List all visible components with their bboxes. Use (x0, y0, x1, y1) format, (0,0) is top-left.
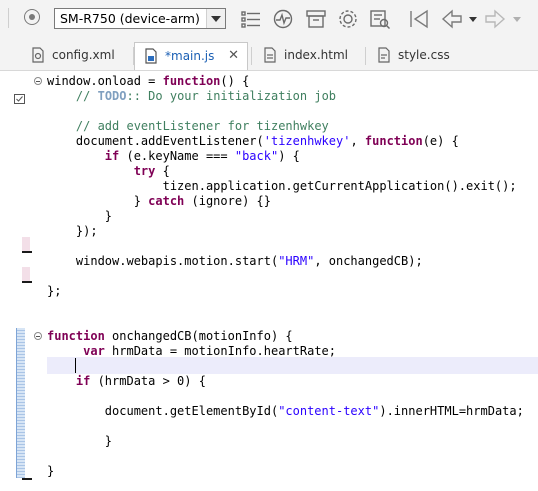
change-marker-line (22, 478, 32, 480)
back-icon[interactable] (408, 8, 430, 30)
code-line: var hrmData = motionInfo.heartRate; (83, 344, 336, 358)
code-line: document.addEventListener('tizenhwkey', … (47, 134, 459, 148)
tab-config-xml[interactable]: config.xml (22, 42, 132, 69)
task-icon[interactable] (14, 90, 26, 104)
tab-label: index.html (284, 48, 348, 62)
code-line: document.getElementById("content-text").… (47, 404, 524, 418)
toolbar-separator (8, 8, 9, 28)
tab-label: *main.js (165, 49, 215, 63)
tab-divider (365, 47, 366, 65)
js-file-icon (143, 48, 159, 64)
tab-label: style.css (398, 48, 450, 62)
code-line: if (hrmData > 0) { (75, 374, 206, 388)
change-marker (22, 237, 30, 251)
code-line: // TODO:: Do your initialization job (75, 89, 337, 103)
code-line: }; (47, 284, 62, 298)
code-line: function onchangedCB(motionInfo) { (47, 329, 293, 343)
chevron-down-icon[interactable] (206, 9, 225, 28)
list-icon[interactable] (240, 8, 262, 30)
close-icon[interactable]: ✕ (228, 48, 239, 63)
tab-index-html[interactable]: index.html (254, 42, 370, 69)
code-line: } (47, 464, 55, 478)
code-line: window.onload = function() { (47, 74, 250, 88)
editor-tabbar: config.xml *main.js ✕ index.html style.c… (0, 38, 538, 71)
tab-divider (251, 47, 252, 65)
forward-dropdown-icon[interactable] (512, 8, 522, 30)
code-line: tizen.application.getCurrentApplication(… (47, 179, 517, 193)
tab-main-js[interactable]: *main.js ✕ (134, 42, 248, 70)
main-toolbar: SM-R750 (device-arm) (0, 0, 538, 39)
code-line: }); (47, 224, 98, 238)
run-config-icon[interactable] (24, 9, 40, 25)
package-icon[interactable] (305, 8, 327, 30)
html-file-icon (262, 47, 278, 63)
current-line-highlight (47, 357, 538, 374)
fold-toggle-icon[interactable] (34, 332, 42, 340)
code-line: try { (133, 164, 170, 178)
tab-style-css[interactable]: style.css (368, 42, 478, 69)
device-select[interactable]: SM-R750 (device-arm) (54, 8, 226, 29)
monitor-icon[interactable] (272, 8, 294, 30)
code-line: window.webapis.motion.start("HRM", oncha… (47, 254, 423, 268)
tab-label: config.xml (52, 48, 115, 62)
fold-toggle-icon[interactable] (34, 77, 42, 85)
code-line: } catch (ignore) {} (47, 194, 271, 208)
back-dropdown-icon[interactable] (468, 8, 478, 30)
change-marker-line (22, 251, 32, 253)
change-marker-line (22, 281, 32, 283)
code-line: } (47, 209, 113, 223)
code-line: if (e.keyName === "back") { (104, 149, 300, 163)
checklist-icon[interactable] (369, 8, 391, 30)
added-lines-marker (16, 328, 25, 478)
back-icon[interactable] (441, 8, 463, 30)
annotation-ruler (0, 71, 14, 491)
code-editor[interactable]: window.onload = function() { // TODO:: D… (0, 71, 538, 491)
device-select-value: SM-R750 (device-arm) (60, 11, 200, 26)
code-line: } (47, 434, 113, 448)
config-file-icon (30, 47, 46, 63)
settings-icon[interactable] (337, 8, 359, 30)
css-file-icon (376, 47, 392, 63)
change-marker (22, 267, 30, 281)
forward-icon[interactable] (484, 8, 506, 30)
code-line: // add eventListener for tizenhwkey (75, 119, 329, 133)
